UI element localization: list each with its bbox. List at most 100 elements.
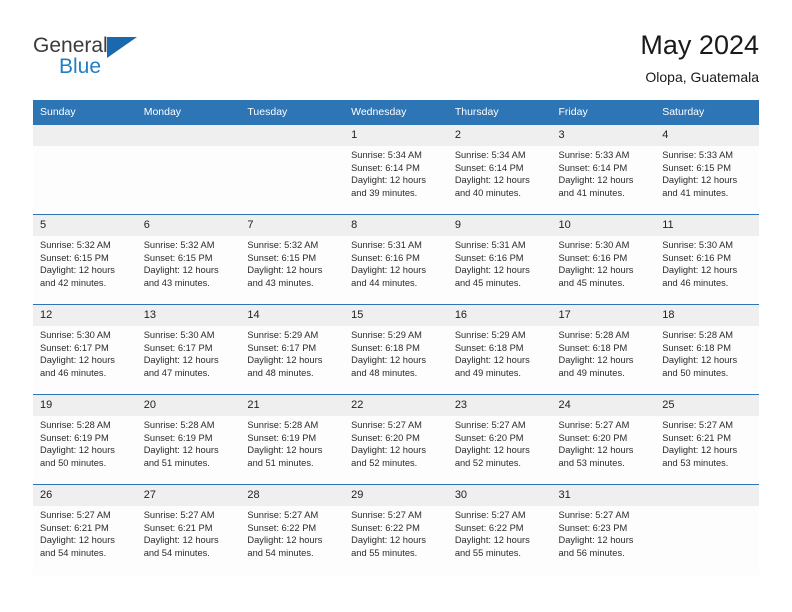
day-detail-sunset: Sunset: 6:14 PM xyxy=(454,162,524,173)
day-details: Sunrise: 5:34 AM Sunset: 6:14 PM Daylight:… xyxy=(344,146,448,199)
day-detail-sunset: Sunset: 6:18 PM xyxy=(662,342,731,353)
day-detail-daylight1: Daylight: 12 hours xyxy=(40,535,115,546)
calendar-day-cell[interactable]: 30 Sunrise: 5:27 AM Sunset: 6:22 PM Dayligh… xyxy=(447,484,552,575)
day-detail-daylight1: Daylight: 12 hours xyxy=(662,355,738,366)
day-number: 4 xyxy=(655,125,759,146)
calendar-day-cell[interactable]: 25 Sunrise: 5:27 AM Sunset: 6:21 PM Dayligh… xyxy=(655,394,759,485)
day-details: Sunrise: 5:30 AM Sunset: 6:16 PM Daylight:… xyxy=(655,236,759,289)
day-detail-sunset: Sunset: 6:20 PM xyxy=(351,432,420,443)
day-detail-sunrise: Sunrise: 5:30 AM xyxy=(662,240,734,250)
calendar-day-cell[interactable]: 17 Sunrise: 5:28 AM Sunset: 6:18 PM Dayligh… xyxy=(551,304,656,395)
calendar-day-cell[interactable]: 2 Sunrise: 5:34 AM Sunset: 6:14 PM Daylight… xyxy=(447,124,552,215)
calendar-day-cell[interactable]: 8 Sunrise: 5:31 AM Sunset: 6:16 PM Daylight… xyxy=(344,214,448,305)
day-details: Sunrise: 5:27 AM Sunset: 6:20 PM Daylight:… xyxy=(448,416,552,469)
day-detail-daylight2: and 53 minutes. xyxy=(558,457,625,468)
day-detail-daylight1: Daylight: 12 hours xyxy=(454,535,530,546)
day-number: 5 xyxy=(33,215,137,236)
calendar-day-cell[interactable]: 23 Sunrise: 5:27 AM Sunset: 6:20 PM Dayligh… xyxy=(447,394,552,485)
weekday-header-monday: Monday xyxy=(136,100,241,125)
calendar-day-cell[interactable]: 4 Sunrise: 5:33 AM Sunset: 6:15 PM Daylight… xyxy=(655,124,759,215)
calendar-day-cell[interactable]: 21 Sunrise: 5:28 AM Sunset: 6:19 PM Dayligh… xyxy=(240,394,345,485)
day-detail-sunrise: Sunrise: 5:27 AM xyxy=(247,510,319,520)
day-detail-daylight1: Daylight: 12 hours xyxy=(351,445,427,456)
calendar-day-cell[interactable]: 6 Sunrise: 5:32 AM Sunset: 6:15 PM Daylight… xyxy=(136,214,241,305)
calendar-day-cell[interactable]: 29 Sunrise: 5:27 AM Sunset: 6:22 PM Dayligh… xyxy=(344,484,448,575)
day-detail-daylight1: Daylight: 12 hours xyxy=(454,265,530,276)
calendar-day-cell[interactable]: 12 Sunrise: 5:30 AM Sunset: 6:17 PM Dayligh… xyxy=(33,304,137,395)
day-detail-sunrise: Sunrise: 5:28 AM xyxy=(40,420,111,430)
day-details: Sunrise: 5:29 AM Sunset: 6:18 PM Daylight:… xyxy=(344,326,448,379)
day-details: Sunrise: 5:27 AM Sunset: 6:22 PM Daylight:… xyxy=(344,506,448,559)
day-number: 24 xyxy=(551,395,656,416)
day-detail-daylight2: and 45 minutes. xyxy=(558,277,625,288)
calendar-day-cell[interactable]: 11 Sunrise: 5:30 AM Sunset: 6:16 PM Dayligh… xyxy=(655,214,759,305)
calendar-day-cell[interactable]: 22 Sunrise: 5:27 AM Sunset: 6:20 PM Dayligh… xyxy=(344,394,448,485)
day-number: 20 xyxy=(136,395,241,416)
calendar-day-cell[interactable]: 24 Sunrise: 5:27 AM Sunset: 6:20 PM Dayligh… xyxy=(551,394,656,485)
day-detail-daylight2: and 54 minutes. xyxy=(247,547,314,558)
day-details: Sunrise: 5:27 AM Sunset: 6:21 PM Daylight:… xyxy=(137,506,241,559)
calendar-day-cell[interactable]: 27 Sunrise: 5:27 AM Sunset: 6:21 PM Dayligh… xyxy=(136,484,241,575)
day-details: Sunrise: 5:27 AM Sunset: 6:22 PM Daylight:… xyxy=(448,506,552,559)
calendar-day-cell[interactable]: 20 Sunrise: 5:28 AM Sunset: 6:19 PM Dayligh… xyxy=(136,394,241,485)
calendar-day-cell[interactable]: 9 Sunrise: 5:31 AM Sunset: 6:16 PM Daylight… xyxy=(447,214,552,305)
day-detail-sunset: Sunset: 6:20 PM xyxy=(454,432,524,443)
calendar-day-cell[interactable]: 19 Sunrise: 5:28 AM Sunset: 6:19 PM Dayligh… xyxy=(33,394,137,485)
calendar-day-cell[interactable]: 3 Sunrise: 5:33 AM Sunset: 6:14 PM Daylight… xyxy=(551,124,656,215)
day-number: 16 xyxy=(447,305,552,326)
day-details: Sunrise: 5:27 AM Sunset: 6:20 PM Daylight:… xyxy=(344,416,448,469)
day-details: Sunrise: 5:27 AM Sunset: 6:21 PM Daylight:… xyxy=(655,416,759,469)
day-detail-sunrise: Sunrise: 5:32 AM xyxy=(143,240,215,250)
day-detail-daylight1: Daylight: 12 hours xyxy=(454,175,530,186)
weekday-header-wednesday: Wednesday xyxy=(344,100,448,125)
day-number: 9 xyxy=(447,215,552,236)
day-detail-sunset: Sunset: 6:16 PM xyxy=(558,252,628,263)
day-detail-daylight2: and 42 minutes. xyxy=(40,277,107,288)
day-details: Sunrise: 5:32 AM Sunset: 6:15 PM Daylight:… xyxy=(137,236,241,289)
day-detail-sunrise: Sunrise: 5:27 AM xyxy=(558,510,630,520)
calendar-day-cell[interactable]: 5 Sunrise: 5:32 AM Sunset: 6:15 PM Daylight… xyxy=(33,214,137,305)
day-number: 28 xyxy=(240,485,345,506)
day-details: Sunrise: 5:34 AM Sunset: 6:14 PM Daylight:… xyxy=(448,146,552,199)
generalblue-logo[interactable]: General Blue xyxy=(33,26,163,82)
day-detail-daylight2: and 45 minutes. xyxy=(454,277,521,288)
day-detail-daylight2: and 48 minutes. xyxy=(247,367,314,378)
day-details: Sunrise: 5:28 AM Sunset: 6:19 PM Daylight:… xyxy=(240,416,344,469)
calendar-day-cell[interactable]: 1 Sunrise: 5:34 AM Sunset: 6:14 PM Daylight… xyxy=(344,124,448,215)
calendar-day-cell[interactable]: 10 Sunrise: 5:30 AM Sunset: 6:16 PM Dayligh… xyxy=(551,214,656,305)
logo-text-blue: Blue xyxy=(59,55,102,78)
calendar-day-cell[interactable]: 18 Sunrise: 5:28 AM Sunset: 6:18 PM Dayligh… xyxy=(655,304,759,395)
day-detail-sunset: Sunset: 6:22 PM xyxy=(247,522,317,533)
day-number: 2 xyxy=(447,125,552,146)
day-detail-daylight1: Daylight: 12 hours xyxy=(454,445,530,456)
weekday-header-friday: Friday xyxy=(551,100,656,125)
day-details: Sunrise: 5:28 AM Sunset: 6:19 PM Daylight:… xyxy=(33,416,137,469)
calendar-day-cell[interactable]: 31 Sunrise: 5:27 AM Sunset: 6:23 PM Dayligh… xyxy=(551,484,656,575)
day-details: Sunrise: 5:27 AM Sunset: 6:20 PM Daylight:… xyxy=(552,416,656,469)
day-detail-daylight1: Daylight: 12 hours xyxy=(558,445,634,456)
day-detail-sunset: Sunset: 6:15 PM xyxy=(662,162,731,173)
day-detail-sunrise: Sunrise: 5:27 AM xyxy=(40,510,111,520)
calendar-day-cell[interactable]: 14 Sunrise: 5:29 AM Sunset: 6:17 PM Dayligh… xyxy=(240,304,345,395)
day-detail-daylight1: Daylight: 12 hours xyxy=(247,535,323,546)
day-details: Sunrise: 5:28 AM Sunset: 6:18 PM Daylight:… xyxy=(655,326,759,379)
day-detail-daylight1: Daylight: 12 hours xyxy=(454,355,530,366)
day-detail-daylight1: Daylight: 12 hours xyxy=(558,355,634,366)
calendar-day-cell[interactable]: 15 Sunrise: 5:29 AM Sunset: 6:18 PM Dayligh… xyxy=(344,304,448,395)
day-number: 8 xyxy=(344,215,448,236)
calendar-day-cell-empty xyxy=(655,484,759,575)
calendar-day-cell[interactable]: 7 Sunrise: 5:32 AM Sunset: 6:15 PM Daylight… xyxy=(240,214,345,305)
day-detail-sunset: Sunset: 6:19 PM xyxy=(143,432,213,443)
page-subtitle: Olopa, Guatemala xyxy=(645,69,759,85)
day-details: Sunrise: 5:30 AM Sunset: 6:16 PM Daylight:… xyxy=(552,236,656,289)
day-detail-daylight2: and 56 minutes. xyxy=(558,547,625,558)
calendar-day-cell[interactable]: 28 Sunrise: 5:27 AM Sunset: 6:22 PM Dayligh… xyxy=(240,484,345,575)
calendar-day-cell[interactable]: 16 Sunrise: 5:29 AM Sunset: 6:18 PM Dayligh… xyxy=(447,304,552,395)
calendar-day-cell[interactable]: 26 Sunrise: 5:27 AM Sunset: 6:21 PM Dayligh… xyxy=(33,484,137,575)
day-detail-sunset: Sunset: 6:19 PM xyxy=(247,432,317,443)
day-detail-daylight1: Daylight: 12 hours xyxy=(662,445,738,456)
day-details: Sunrise: 5:32 AM Sunset: 6:15 PM Daylight:… xyxy=(240,236,344,289)
calendar-day-cell[interactable]: 13 Sunrise: 5:30 AM Sunset: 6:17 PM Dayligh… xyxy=(136,304,241,395)
day-number: 1 xyxy=(344,125,448,146)
day-detail-sunset: Sunset: 6:22 PM xyxy=(351,522,420,533)
